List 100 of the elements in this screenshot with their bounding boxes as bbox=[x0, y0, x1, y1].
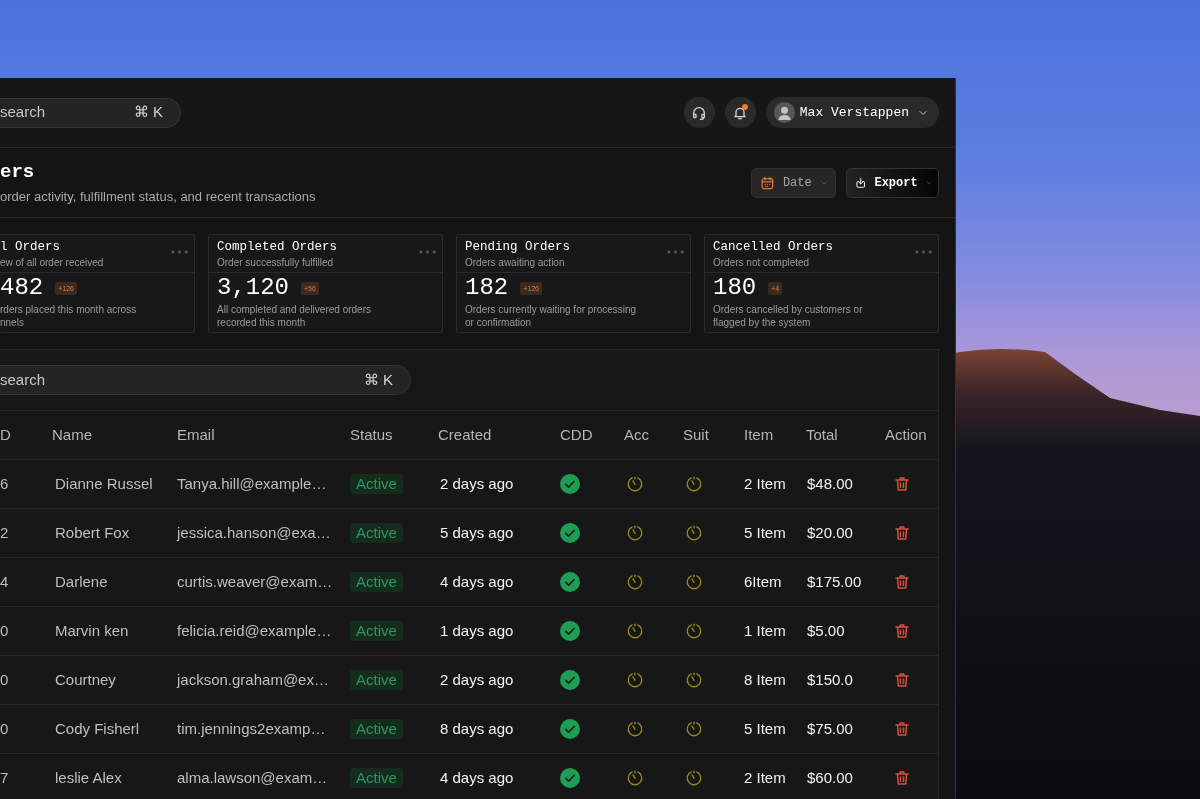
shortcut-hint: ⌘ K bbox=[133, 102, 163, 123]
more-icon bbox=[419, 250, 436, 254]
created-date: 1 days ago bbox=[440, 620, 514, 641]
column-header: Action bbox=[885, 424, 927, 445]
order-total: $20.00 bbox=[807, 522, 853, 543]
card-value: 180 bbox=[713, 274, 757, 302]
item-count: 2 Item bbox=[744, 473, 786, 494]
item-count: 2 Item bbox=[744, 767, 786, 788]
search-bar[interactable]: search ⌘ K bbox=[0, 365, 411, 395]
support-button[interactable] bbox=[683, 97, 715, 128]
id-cell-text: 7 bbox=[0, 767, 9, 788]
order-total: $60.00 bbox=[807, 767, 853, 788]
status-badge: Active bbox=[350, 572, 403, 592]
column-header: Email bbox=[177, 424, 215, 445]
card-subtitle: Orders not completed bbox=[713, 256, 810, 269]
delete-button[interactable] bbox=[893, 573, 911, 591]
id-cell-text: 2 bbox=[0, 522, 9, 543]
created-date: 4 days ago bbox=[440, 571, 514, 592]
status-badge: Active bbox=[350, 670, 403, 690]
order-total: $175.00 bbox=[807, 571, 862, 592]
email-address: Tanya.hill@example… bbox=[177, 473, 327, 494]
column-header: Created bbox=[438, 424, 492, 445]
page-subtitle: order activity, fulfillment status, and recent transactions bbox=[0, 188, 316, 205]
more-button[interactable] bbox=[419, 250, 436, 254]
customer-name: Courtney bbox=[55, 669, 116, 690]
email-address: jessica.hanson@exa… bbox=[177, 522, 331, 543]
delete-button[interactable] bbox=[893, 524, 911, 542]
more-button[interactable] bbox=[915, 250, 932, 254]
id-cell-text: 4 bbox=[0, 571, 9, 592]
trash-icon bbox=[893, 720, 911, 738]
more-button[interactable] bbox=[667, 250, 684, 254]
card-subtitle: Orders awaiting action bbox=[465, 256, 565, 269]
email-address: jackson.graham@ex… bbox=[177, 669, 329, 690]
customer-name: Marvin ken bbox=[55, 620, 129, 641]
more-icon bbox=[667, 250, 684, 254]
id-cell-text: 0 bbox=[0, 669, 9, 690]
card-title: l Orders bbox=[0, 239, 60, 255]
column-header: Acc bbox=[624, 424, 649, 445]
created-date: 5 days ago bbox=[440, 522, 514, 543]
page-title: ers bbox=[0, 160, 35, 183]
column-header: Status bbox=[350, 424, 393, 445]
card-title: Pending Orders bbox=[465, 239, 571, 255]
email-address: alma.lawson@exam… bbox=[177, 767, 328, 788]
more-button[interactable] bbox=[171, 250, 188, 254]
search-input[interactable]: search bbox=[0, 101, 134, 124]
card-subtitle: ew of all order received bbox=[0, 256, 104, 269]
email-address: curtis.weaver@exam… bbox=[177, 571, 333, 592]
card-value: 482 bbox=[0, 274, 44, 302]
more-icon bbox=[915, 250, 932, 254]
card-value: 3,120 bbox=[217, 274, 289, 302]
item-count: 5 Item bbox=[744, 718, 786, 739]
customer-name: Darlene bbox=[55, 571, 108, 592]
status-badge: Active bbox=[350, 621, 403, 641]
column-header: Total bbox=[806, 424, 838, 445]
status-badge: Active bbox=[350, 719, 403, 739]
search-input[interactable]: search bbox=[0, 368, 364, 392]
customer-name: Robert Fox bbox=[55, 522, 130, 543]
email-address: tim.jennings2examp… bbox=[177, 718, 326, 739]
customer-name: Dianne Russel bbox=[55, 473, 153, 494]
order-total: $5.00 bbox=[807, 620, 845, 641]
column-header: D bbox=[0, 424, 11, 445]
email-address: felicia.reid@example… bbox=[177, 620, 332, 641]
column-header: Suit bbox=[683, 424, 709, 445]
user-menu-button[interactable]: Max Verstappen bbox=[765, 97, 939, 128]
created-date: 2 days ago bbox=[440, 669, 514, 690]
item-count: 5 Item bbox=[744, 522, 786, 543]
card-title: Completed Orders bbox=[217, 239, 338, 255]
notifications-button[interactable] bbox=[724, 97, 756, 128]
customer-name: leslie Alex bbox=[55, 767, 122, 788]
order-total: $150.0 bbox=[807, 669, 853, 690]
id-cell-text: 0 bbox=[0, 718, 9, 739]
trash-icon bbox=[893, 769, 911, 787]
delete-button[interactable] bbox=[893, 622, 911, 640]
status-badge: Active bbox=[350, 474, 403, 494]
trash-icon bbox=[893, 475, 911, 493]
delete-button[interactable] bbox=[893, 769, 911, 787]
id-cell-text: 0 bbox=[0, 620, 9, 641]
created-date: 2 days ago bbox=[440, 473, 514, 494]
customer-name: Cody Fisherl bbox=[55, 718, 140, 739]
shortcut-hint: ⌘ K bbox=[363, 369, 393, 390]
trash-icon bbox=[893, 671, 911, 689]
trash-icon bbox=[893, 524, 911, 542]
item-count: 6Item bbox=[744, 571, 782, 592]
trash-icon bbox=[893, 622, 911, 640]
column-header: CDD bbox=[560, 424, 593, 445]
card-value: 182 bbox=[465, 274, 509, 302]
order-total: $48.00 bbox=[807, 473, 853, 494]
order-total: $75.00 bbox=[807, 718, 853, 739]
delete-button[interactable] bbox=[893, 475, 911, 493]
delete-button[interactable] bbox=[893, 671, 911, 689]
status-badge: Active bbox=[350, 523, 403, 543]
delete-button[interactable] bbox=[893, 720, 911, 738]
created-date: 4 days ago bbox=[440, 767, 514, 788]
more-icon bbox=[171, 250, 188, 254]
search-bar[interactable]: search ⌘ K bbox=[0, 97, 181, 128]
card-description: All completed and delivered orders recorded this month bbox=[217, 303, 371, 329]
export-button[interactable]: Export bbox=[846, 167, 939, 198]
id-cell-text: 6 bbox=[0, 473, 9, 494]
date-button[interactable]: Date bbox=[751, 167, 836, 198]
headset-icon bbox=[691, 104, 708, 121]
